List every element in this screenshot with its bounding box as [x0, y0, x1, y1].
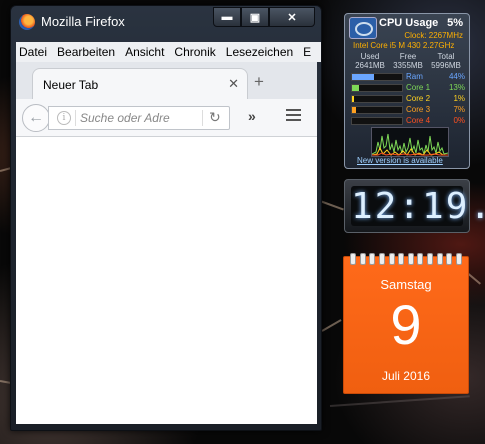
- firefox-window: Mozilla Firefox ▬ ▣ ✕ Datei Bearbeiten A…: [10, 5, 322, 431]
- new-tab-button[interactable]: +: [254, 72, 264, 92]
- usage-value: 0%: [453, 116, 465, 125]
- memory-values: 2641MB 3355MB 5996MB: [351, 61, 465, 70]
- usage-label: Ram: [406, 72, 423, 81]
- usage-bar: [351, 117, 403, 125]
- url-separator: [75, 110, 76, 126]
- back-arrow-icon: ←: [28, 109, 44, 126]
- menu-item-bearbeiten[interactable]: Bearbeiten: [54, 42, 118, 62]
- cpu-clock: Clock: 2267MHz: [404, 31, 463, 40]
- usage-bar-fill: [352, 74, 374, 80]
- usage-value: 7%: [453, 105, 465, 114]
- usage-row: Core 4 0%: [351, 115, 465, 126]
- hamburger-menu-icon[interactable]: [286, 109, 301, 124]
- maximize-button[interactable]: ▣: [241, 7, 269, 27]
- cpu-usage-gadget: CPU Usage 5% Clock: 2267MHz Intel Core i…: [344, 13, 470, 169]
- calendar-rings: [350, 253, 462, 265]
- usage-rows: Ram 44% Core 1 13% Core 2 1% Core 3 7% Core 4 0%: [351, 71, 465, 126]
- tab-strip: Neuer Tab ✕ +: [16, 62, 317, 100]
- usage-bar-fill: [352, 96, 354, 102]
- title-bar[interactable]: Mozilla Firefox ▬ ▣ ✕: [11, 6, 321, 36]
- usage-label: Core 4: [406, 116, 431, 125]
- memory-free: 3355MB: [393, 61, 423, 70]
- menu-item-ansicht[interactable]: Ansicht: [122, 42, 167, 62]
- cpu-model: Intel Core i5 M 430 2.27GHz: [353, 41, 455, 50]
- tab-neuer-tab[interactable]: Neuer Tab ✕: [32, 68, 248, 100]
- minimize-button[interactable]: ▬: [213, 7, 241, 27]
- search-input[interactable]: [80, 109, 198, 127]
- usage-row: Core 2 1%: [351, 93, 465, 104]
- reload-icon[interactable]: ↻: [209, 109, 221, 126]
- intel-chip-icon: [349, 17, 377, 39]
- firefox-logo-icon: [19, 14, 35, 30]
- usage-value: 1%: [453, 94, 465, 103]
- page-content[interactable]: [16, 137, 317, 424]
- usage-label: Core 1: [406, 83, 431, 92]
- menu-item-extras[interactable]: E: [300, 42, 314, 62]
- menu-item-chronik[interactable]: Chronik: [171, 42, 218, 62]
- usage-row: Ram 44%: [351, 71, 465, 82]
- usage-bar: [351, 84, 403, 92]
- calendar-day-number: 9: [390, 293, 422, 356]
- menu-item-datei[interactable]: Datei: [16, 42, 50, 62]
- memory-header-free: Free: [399, 52, 417, 61]
- memory-header-used: Used: [360, 52, 380, 61]
- usage-row: Core 1 13%: [351, 82, 465, 93]
- window-controls: ▬ ▣ ✕: [213, 7, 315, 27]
- usage-value: 13%: [448, 83, 465, 92]
- cpu-title: CPU Usage: [379, 17, 439, 29]
- usage-bar: [351, 106, 403, 114]
- usage-bar: [351, 95, 403, 103]
- usage-label: Core 3: [406, 105, 431, 114]
- digital-clock-gadget: 12:19.: [344, 179, 485, 233]
- tab-close-icon[interactable]: ✕: [228, 76, 239, 92]
- calendar-month-year: Juli 2016: [381, 369, 431, 383]
- memory-headers: Used Free Total: [351, 52, 465, 61]
- usage-label: Core 2: [406, 94, 431, 103]
- navigation-toolbar: ← i ↻ »: [16, 99, 317, 137]
- memory-used: 2641MB: [355, 61, 385, 70]
- info-icon[interactable]: i: [57, 111, 71, 125]
- new-version-link[interactable]: New version is available: [357, 156, 443, 165]
- overflow-chevron-icon[interactable]: »: [248, 108, 256, 124]
- cpu-history-graph: [371, 127, 449, 157]
- clock-face: 12:19.: [351, 186, 485, 227]
- usage-bar-fill: [352, 107, 356, 113]
- cpu-total-percent: 5%: [447, 17, 463, 29]
- memory-total: 5996MB: [431, 61, 461, 70]
- calendar-gadget: Samstag 9 Juli 2016: [343, 253, 469, 394]
- usage-bar: [351, 73, 403, 81]
- usage-row: Core 3 7%: [351, 104, 465, 115]
- tab-label: Neuer Tab: [43, 78, 99, 92]
- url-bar[interactable]: i ↻: [48, 106, 230, 130]
- window-title: Mozilla Firefox: [41, 14, 125, 29]
- close-button[interactable]: ✕: [269, 7, 315, 27]
- menu-bar: Datei Bearbeiten Ansicht Chronik Lesezei…: [16, 42, 321, 62]
- menu-item-lesezeichen[interactable]: Lesezeichen: [223, 42, 296, 62]
- clock-time: 12:19.: [351, 186, 485, 227]
- reload-separator: [202, 110, 203, 126]
- memory-header-total: Total: [437, 52, 455, 61]
- back-button[interactable]: ←: [22, 104, 50, 132]
- usage-bar-fill: [352, 85, 359, 91]
- calendar-weekday: Samstag: [380, 277, 432, 292]
- usage-value: 44%: [448, 72, 465, 81]
